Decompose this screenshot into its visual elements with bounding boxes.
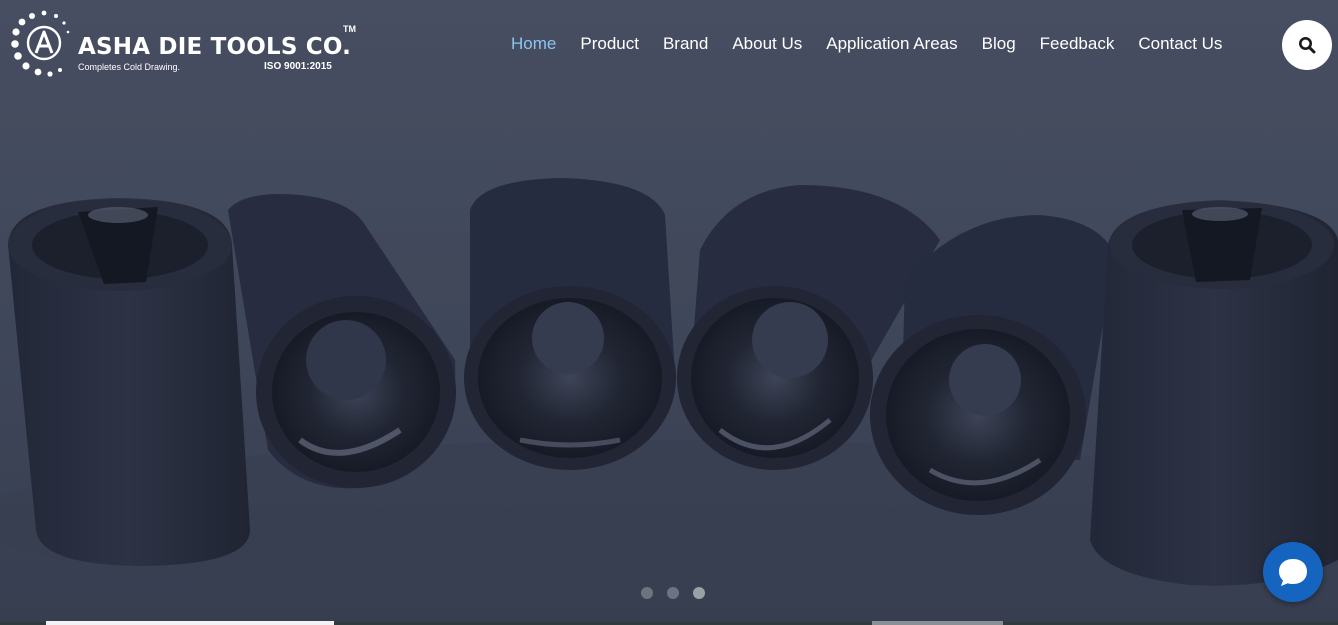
nav-item-brand[interactable]: Brand bbox=[651, 34, 720, 54]
trademark-mark: TM bbox=[343, 24, 356, 34]
iso-certification: ISO 9001:2015 bbox=[264, 61, 332, 72]
logo-mark-icon bbox=[11, 10, 70, 77]
hero-slide-image bbox=[0, 0, 1338, 625]
brand-name: ASHA DIE TOOLS CO. bbox=[78, 34, 352, 60]
hero-slider[interactable] bbox=[0, 0, 1338, 625]
slider-pagination bbox=[641, 587, 705, 599]
search-button[interactable] bbox=[1282, 20, 1332, 70]
page: ASHA DIE TOOLS CO. TM Completes Cold Dra… bbox=[0, 0, 1338, 625]
chat-bubble-icon bbox=[1279, 559, 1307, 586]
brand-tagline: Completes Cold Drawing. bbox=[78, 62, 181, 72]
nav-item-feedback[interactable]: Feedback bbox=[1028, 34, 1127, 54]
site-header: ASHA DIE TOOLS CO. TM Completes Cold Dra… bbox=[0, 0, 1338, 90]
nav-item-blog[interactable]: Blog bbox=[970, 34, 1028, 54]
chat-widget-button[interactable] bbox=[1263, 542, 1323, 602]
bottom-card-edge-left bbox=[46, 621, 334, 625]
nav-item-product[interactable]: Product bbox=[568, 34, 651, 54]
nav-item-contact-us[interactable]: Contact Us bbox=[1126, 34, 1234, 54]
slider-dot-3[interactable] bbox=[693, 587, 705, 599]
brand-logo[interactable]: ASHA DIE TOOLS CO. TM Completes Cold Dra… bbox=[10, 10, 360, 80]
slider-dot-2[interactable] bbox=[667, 587, 679, 599]
main-nav: Home Product Brand About Us Application … bbox=[499, 34, 1234, 54]
nav-item-about-us[interactable]: About Us bbox=[720, 34, 814, 54]
nav-item-application-areas[interactable]: Application Areas bbox=[814, 34, 969, 54]
nav-item-home[interactable]: Home bbox=[499, 34, 568, 54]
bottom-card-edge-right bbox=[872, 621, 1003, 625]
slider-dot-1[interactable] bbox=[641, 587, 653, 599]
search-icon bbox=[1299, 37, 1316, 54]
